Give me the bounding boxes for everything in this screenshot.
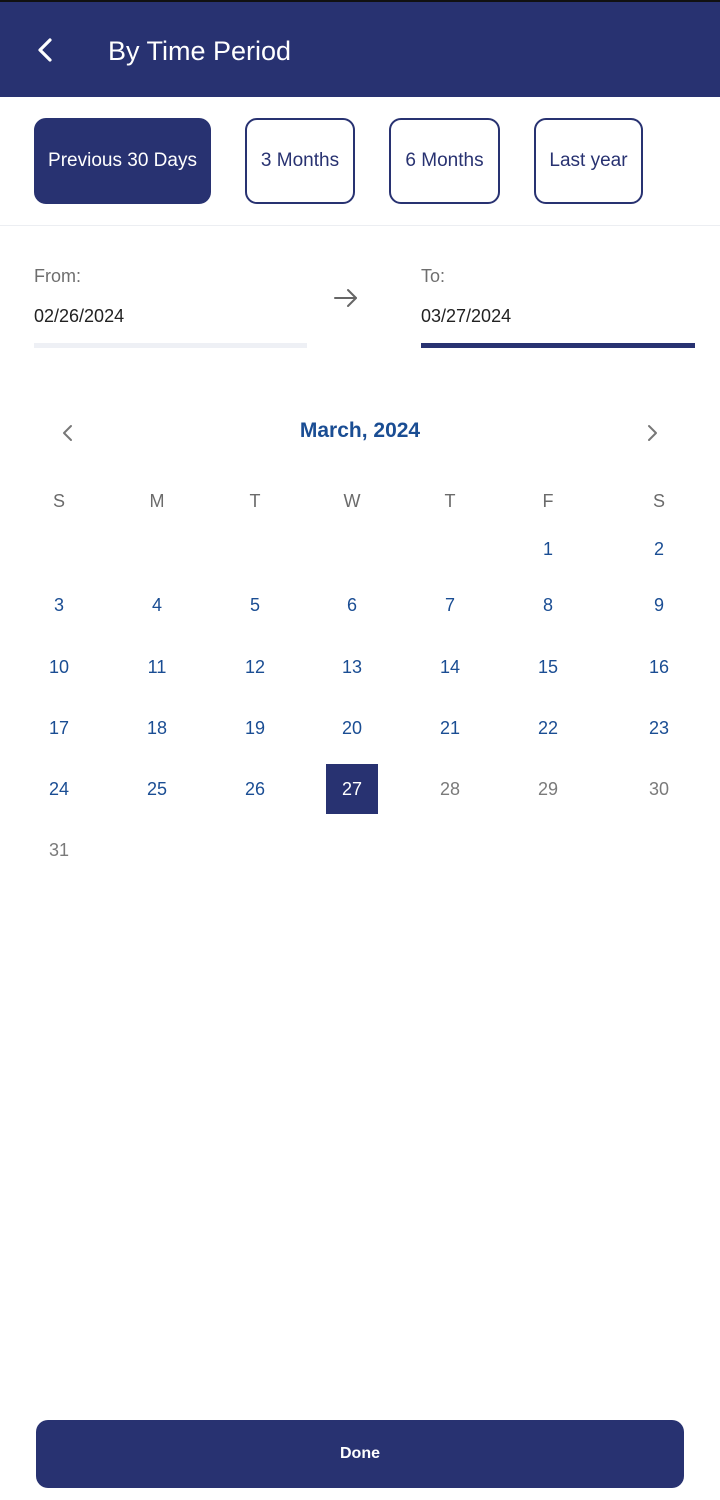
to-field-underline xyxy=(421,343,695,348)
calendar-day-5[interactable]: 5 xyxy=(229,580,281,630)
weekday-header: W xyxy=(343,490,361,511)
calendar-day-12[interactable]: 12 xyxy=(229,642,281,692)
calendar-day-20[interactable]: 20 xyxy=(326,703,378,753)
weekday-header: T xyxy=(444,490,456,511)
app-header: By Time Period xyxy=(0,0,720,97)
preset-previous-30-days-button[interactable]: Previous 30 Days xyxy=(34,118,211,204)
calendar-day-21[interactable]: 21 xyxy=(424,703,476,753)
from-label: From: xyxy=(34,266,81,286)
from-field-underline xyxy=(34,343,307,348)
calendar-day-17[interactable]: 17 xyxy=(33,703,85,753)
calendar-day-4[interactable]: 4 xyxy=(131,580,183,630)
next-month-button[interactable] xyxy=(639,420,665,446)
calendar-day-25[interactable]: 25 xyxy=(131,764,183,814)
calendar-day-16[interactable]: 16 xyxy=(633,642,685,692)
calendar-day-26[interactable]: 26 xyxy=(229,764,281,814)
weekday-header: S xyxy=(652,490,665,511)
arrow-right-icon xyxy=(334,289,357,307)
page-title: By Time Period xyxy=(108,36,292,66)
weekday-header: M xyxy=(149,490,165,511)
weekday-header: T xyxy=(249,490,261,511)
divider xyxy=(0,225,720,226)
back-button[interactable] xyxy=(28,32,64,68)
calendar-day-10[interactable]: 10 xyxy=(33,642,85,692)
calendar-day-24[interactable]: 24 xyxy=(33,764,85,814)
calendar-day-27[interactable]: 27 xyxy=(326,764,378,814)
calendar-day-15[interactable]: 15 xyxy=(522,642,574,692)
calendar-day-3[interactable]: 3 xyxy=(33,580,85,630)
chevron-right-icon xyxy=(648,425,657,441)
calendar-day-6[interactable]: 6 xyxy=(326,580,378,630)
weekday-header: F xyxy=(542,490,554,511)
chevron-left-icon xyxy=(38,38,52,62)
calendar-day-13[interactable]: 13 xyxy=(326,642,378,692)
calendar-day-22[interactable]: 22 xyxy=(522,703,574,753)
calendar-day-28: 28 xyxy=(439,778,461,799)
calendar-day-18[interactable]: 18 xyxy=(131,703,183,753)
preset-6-months-button[interactable]: 6 Months xyxy=(389,118,500,204)
calendar-day-31: 31 xyxy=(48,839,70,860)
calendar-day-23[interactable]: 23 xyxy=(633,703,685,753)
from-date-field[interactable]: 02/26/2024 xyxy=(34,306,124,327)
calendar-day-14[interactable]: 14 xyxy=(424,642,476,692)
calendar-day-8[interactable]: 8 xyxy=(522,580,574,630)
calendar-day-29: 29 xyxy=(537,778,559,799)
month-title: March, 2024 xyxy=(299,419,421,442)
calendar-day-9[interactable]: 9 xyxy=(633,580,685,630)
calendar-day-11[interactable]: 11 xyxy=(131,642,183,692)
preset-3-months-button[interactable]: 3 Months xyxy=(245,118,355,204)
done-button[interactable]: Done xyxy=(36,1420,684,1488)
to-date-field[interactable]: 03/27/2024 xyxy=(421,306,511,327)
calendar-day-2[interactable]: 2 xyxy=(633,524,685,574)
calendar-day-7[interactable]: 7 xyxy=(424,580,476,630)
calendar-day-1[interactable]: 1 xyxy=(522,524,574,574)
calendar-day-19[interactable]: 19 xyxy=(229,703,281,753)
weekday-header: S xyxy=(52,490,65,511)
calendar-day-30: 30 xyxy=(648,778,670,799)
preset-last-year-button[interactable]: Last year xyxy=(534,118,643,204)
to-label: To: xyxy=(421,266,446,286)
